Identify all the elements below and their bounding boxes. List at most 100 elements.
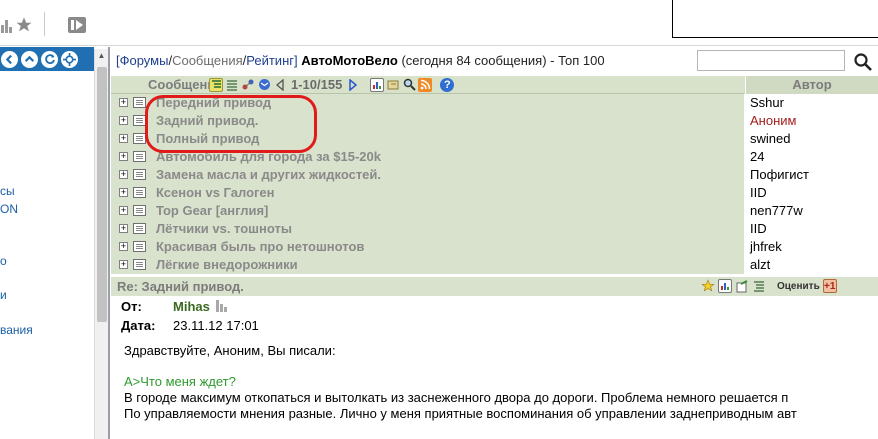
expand-icon[interactable]: + bbox=[119, 170, 128, 179]
forum-main: [Форумы/Сообщения/Рейтинг] АвтоМотоВело … bbox=[111, 47, 878, 439]
list-item[interactable]: + Лёгкие внедорожники alzt bbox=[111, 256, 878, 274]
topic-subject[interactable]: Задний привод. bbox=[156, 113, 258, 128]
list-item[interactable]: + Ксенон vs Галоген IID bbox=[111, 184, 878, 202]
sidebar-link-1[interactable]: сы bbox=[0, 184, 15, 198]
list-item[interactable]: + Задний привод. Аноним bbox=[111, 112, 878, 130]
subject-cell: + Полный привод bbox=[111, 130, 744, 148]
topic-author[interactable]: Пофигист bbox=[745, 166, 878, 184]
subject-cell: + Задний привод. bbox=[111, 112, 744, 130]
thread-icon[interactable] bbox=[752, 279, 766, 293]
expand-icon[interactable]: + bbox=[119, 242, 128, 251]
topic-subject[interactable]: Красивая быль про нетошнотов bbox=[156, 239, 364, 254]
expand-icon[interactable]: + bbox=[119, 134, 128, 143]
topic-subject[interactable]: Лётчики vs. тошноты bbox=[156, 221, 292, 236]
sidebar-nav-bar bbox=[0, 47, 94, 71]
plus-one-icon[interactable]: +1 bbox=[822, 279, 837, 293]
document-icon bbox=[133, 205, 146, 216]
topic-author[interactable]: nen777w bbox=[745, 202, 878, 220]
refresh-icon[interactable] bbox=[41, 50, 58, 68]
topic-author[interactable]: IID bbox=[745, 184, 878, 202]
list-item[interactable]: + Красивая быль про нетошнотов jhfrek bbox=[111, 238, 878, 256]
list-item[interactable]: + Передний привод Sshur bbox=[111, 94, 878, 112]
search-icon[interactable] bbox=[851, 51, 875, 73]
sidebar-link-3[interactable]: о bbox=[0, 254, 7, 268]
expand-icon[interactable]: + bbox=[119, 206, 128, 215]
network-icon[interactable] bbox=[241, 78, 255, 92]
topic-subject[interactable]: Полный привод bbox=[156, 131, 259, 146]
scroll-up-arrow-icon[interactable]: ▲ bbox=[95, 49, 108, 62]
document-icon bbox=[133, 115, 146, 126]
sidebar-link-5[interactable]: вания bbox=[0, 323, 33, 337]
locate-icon[interactable] bbox=[61, 50, 78, 68]
toolbar-separator bbox=[44, 12, 45, 36]
subject-cell: + Ксенон vs Галоген bbox=[111, 184, 744, 202]
chart-icon[interactable] bbox=[370, 77, 385, 92]
list-item[interactable]: + Лётчики vs. тошноты IID bbox=[111, 220, 878, 238]
message-list: + Передний привод Sshur + Задний привод.… bbox=[111, 94, 878, 274]
document-icon bbox=[133, 97, 146, 108]
reply-icon[interactable] bbox=[735, 279, 749, 293]
topic-subject[interactable]: Замена масла и других жидкостей. bbox=[156, 167, 381, 182]
rss-icon[interactable] bbox=[418, 77, 433, 92]
topic-subject[interactable]: Передний привод bbox=[156, 95, 271, 110]
sidebar-scrollbar[interactable]: ▲ bbox=[94, 49, 108, 439]
star-icon[interactable] bbox=[14, 14, 34, 36]
expand-icon[interactable]: + bbox=[119, 116, 128, 125]
topic-author[interactable]: alzt bbox=[745, 256, 878, 274]
list-toolbar: 1-10/155 ? bbox=[209, 77, 455, 92]
pen-icon[interactable] bbox=[386, 78, 400, 92]
topic-author[interactable]: Sshur bbox=[745, 94, 878, 112]
tree-view-icon[interactable] bbox=[209, 77, 223, 92]
prev-page-icon[interactable] bbox=[273, 78, 287, 92]
up-icon[interactable] bbox=[21, 50, 38, 68]
subject-cell: + Лётчики vs. тошноты bbox=[111, 220, 744, 238]
from-label: От: bbox=[121, 299, 142, 314]
subject-cell: + Автомобиль для города за $15-20k bbox=[111, 148, 744, 166]
expand-icon[interactable]: + bbox=[119, 224, 128, 233]
list-item[interactable]: + Top Gear [англия] nen777w bbox=[111, 202, 878, 220]
list-item[interactable]: + Полный привод swined bbox=[111, 130, 878, 148]
media-play-icon[interactable] bbox=[66, 14, 88, 36]
list-item[interactable]: + Замена масла и других жидкостей. Пофиг… bbox=[111, 166, 878, 184]
scroll-thumb[interactable] bbox=[97, 67, 107, 322]
rate-label[interactable]: Оценить bbox=[777, 281, 820, 292]
topic-subject[interactable]: Ксенон vs Галоген bbox=[156, 185, 275, 200]
topic-subject[interactable]: Top Gear [англия] bbox=[156, 203, 268, 218]
back-icon[interactable] bbox=[1, 50, 18, 68]
find-icon[interactable] bbox=[402, 78, 416, 92]
list-item[interactable]: + Автомобиль для города за $15-20k 24 bbox=[111, 148, 878, 166]
expand-icon[interactable]: + bbox=[119, 152, 128, 161]
topic-author[interactable]: swined bbox=[745, 130, 878, 148]
breadcrumb: [Форумы/Сообщения/Рейтинг] АвтоМотоВело … bbox=[116, 53, 605, 68]
window-frame bbox=[672, 0, 878, 38]
mail-icon[interactable] bbox=[257, 78, 271, 92]
sidebar-link-2[interactable]: ON bbox=[0, 202, 18, 216]
flat-view-icon[interactable] bbox=[225, 78, 239, 92]
topic-author[interactable]: jhfrek bbox=[745, 238, 878, 256]
topic-author[interactable]: Аноним bbox=[745, 112, 878, 130]
user-stats-icon[interactable] bbox=[216, 300, 230, 315]
topic-subject[interactable]: Автомобиль для города за $15-20k bbox=[156, 149, 381, 164]
breadcrumb-messages[interactable]: Сообщения bbox=[172, 53, 243, 68]
bar-chart-icon[interactable] bbox=[0, 14, 14, 36]
topic-author[interactable]: 24 bbox=[745, 148, 878, 166]
star-icon[interactable] bbox=[701, 279, 715, 293]
author-column-header[interactable]: Автор bbox=[745, 76, 878, 94]
topic-author[interactable]: IID bbox=[745, 220, 878, 238]
sidebar-link-4[interactable]: и bbox=[0, 288, 7, 302]
expand-icon[interactable]: + bbox=[119, 260, 128, 269]
search-input[interactable] bbox=[697, 50, 845, 71]
expand-icon[interactable]: + bbox=[119, 188, 128, 197]
next-page-icon[interactable] bbox=[346, 78, 360, 92]
help-icon[interactable]: ? bbox=[440, 77, 455, 92]
chart-icon[interactable] bbox=[718, 279, 732, 293]
topic-subject[interactable]: Лёгкие внедорожники bbox=[156, 257, 298, 272]
breadcrumb-rating[interactable]: Рейтинг] bbox=[246, 53, 297, 68]
document-icon bbox=[133, 223, 146, 234]
panel-divider[interactable] bbox=[108, 47, 110, 439]
from-value[interactable]: Mihas bbox=[173, 299, 210, 314]
breadcrumb-forums[interactable]: [Форумы bbox=[116, 53, 168, 68]
pager-text: 1-10/155 bbox=[291, 77, 343, 92]
expand-icon[interactable]: + bbox=[119, 98, 128, 107]
body-line: В городе максимум откопаться и вытолкать… bbox=[124, 390, 789, 405]
